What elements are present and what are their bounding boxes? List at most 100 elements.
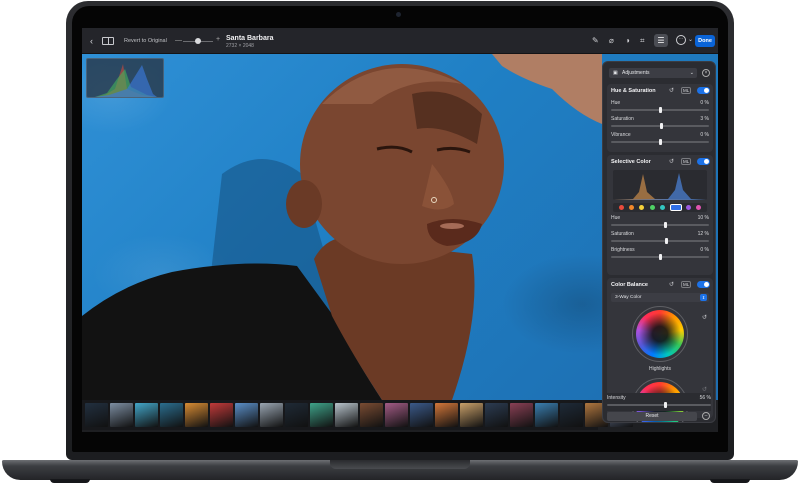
section-title: Color Balance bbox=[611, 282, 648, 288]
slider-label: Saturation bbox=[611, 231, 634, 237]
panel-mode-dropdown[interactable]: ▣ Adjustments ⌄ bbox=[609, 68, 697, 78]
filmstrip-thumbnail[interactable] bbox=[510, 403, 533, 427]
ear-shape bbox=[286, 180, 322, 228]
filmstrip-thumbnail[interactable] bbox=[485, 403, 508, 427]
panel-mode-label: Adjustments bbox=[622, 70, 650, 76]
color-swatch[interactable] bbox=[669, 204, 682, 211]
filmstrip-thumbnail[interactable] bbox=[335, 403, 358, 427]
filmstrip-thumbnail[interactable] bbox=[85, 403, 108, 427]
reset-icon[interactable]: ↺ bbox=[669, 281, 674, 288]
section-toggle[interactable] bbox=[697, 87, 710, 94]
slider-value: 12 % bbox=[697, 231, 709, 237]
laptop-foot-left bbox=[50, 479, 90, 483]
color-swatch[interactable] bbox=[639, 205, 645, 210]
ml-button[interactable]: ML bbox=[681, 87, 692, 94]
filmstrip-thumbnail[interactable] bbox=[110, 403, 133, 427]
reset-icon[interactable]: ↺ bbox=[702, 386, 707, 393]
filmstrip-thumbnail[interactable] bbox=[535, 403, 558, 427]
close-icon[interactable]: × bbox=[702, 69, 710, 77]
color-swatch[interactable] bbox=[618, 205, 624, 210]
filmstrip-thumbnail[interactable] bbox=[410, 403, 433, 427]
adjustment-slider[interactable] bbox=[611, 240, 709, 242]
reset-icon[interactable]: ↺ bbox=[702, 314, 707, 321]
section-toggle[interactable] bbox=[697, 281, 710, 288]
crop-icon[interactable]: ⌗ bbox=[640, 36, 645, 46]
filmstrip-thumbnail[interactable] bbox=[310, 403, 333, 427]
chevron-down-icon[interactable]: ⌄ bbox=[688, 36, 693, 43]
zoom-slider-knob[interactable] bbox=[195, 38, 201, 44]
filmstrip-thumbnail[interactable] bbox=[235, 403, 258, 427]
slider-row: Hue 10 % bbox=[611, 215, 709, 229]
filmstrip-thumbnail[interactable] bbox=[360, 403, 383, 427]
filmstrip-thumbnail[interactable] bbox=[385, 403, 408, 427]
filmstrip-thumbnail[interactable] bbox=[560, 403, 583, 427]
filmstrip bbox=[82, 400, 633, 430]
slider-label: Hue bbox=[611, 215, 621, 221]
intensity-slider-knob[interactable] bbox=[664, 402, 668, 408]
layers-icon: ▣ bbox=[613, 70, 618, 76]
more-icon[interactable]: ··· bbox=[676, 35, 686, 45]
color-swatch[interactable] bbox=[649, 205, 655, 210]
ml-button[interactable]: ML bbox=[681, 158, 692, 165]
section-title: Hue & Saturation bbox=[611, 88, 656, 94]
filmstrip-thumbnail[interactable] bbox=[135, 403, 158, 427]
filmstrip-thumbnail[interactable] bbox=[285, 403, 308, 427]
adjustment-slider-knob[interactable] bbox=[659, 254, 662, 260]
section-toggle[interactable] bbox=[697, 158, 710, 165]
slider-row: Brightness 0 % bbox=[611, 247, 709, 261]
adjustment-slider-knob[interactable] bbox=[659, 139, 662, 145]
zoom-in-button[interactable]: + bbox=[216, 36, 220, 43]
color-swatch[interactable] bbox=[685, 205, 691, 210]
split-view-icon[interactable] bbox=[102, 37, 114, 45]
slider-label: Saturation bbox=[611, 116, 634, 122]
slider-label: Vibrance bbox=[611, 132, 631, 138]
color-swatch-picker bbox=[613, 203, 707, 212]
mask-icon[interactable]: ◑ bbox=[625, 36, 630, 45]
slider-label: Hue bbox=[611, 100, 621, 106]
color-swatch[interactable] bbox=[660, 205, 666, 210]
intensity-slider[interactable] bbox=[607, 404, 711, 406]
zoom-out-button[interactable]: — bbox=[175, 37, 182, 44]
revert-button[interactable]: Revert to Original bbox=[124, 38, 167, 44]
chevron-updown-icon: ⇕ bbox=[700, 294, 707, 301]
reset-button[interactable]: Reset bbox=[607, 412, 697, 421]
lip-highlight bbox=[440, 223, 464, 229]
filmstrip-thumbnail[interactable] bbox=[185, 403, 208, 427]
selective-color-section: Selective Color ↺ ML Hue 10 % Saturation 12… bbox=[607, 155, 713, 275]
wheel-label: Highlights bbox=[649, 366, 671, 372]
color-swatch[interactable] bbox=[696, 205, 702, 210]
filmstrip-thumbnail[interactable] bbox=[210, 403, 233, 427]
histogram-graph bbox=[95, 64, 157, 97]
adjustments-icon[interactable]: ☰ bbox=[654, 34, 668, 47]
chevron-left-icon[interactable]: ‹ bbox=[90, 36, 93, 46]
done-button[interactable]: Done bbox=[695, 35, 715, 47]
slider-value: 10 % bbox=[697, 215, 709, 221]
slider-value: 0 % bbox=[700, 100, 709, 106]
adjustment-slider[interactable] bbox=[611, 224, 709, 226]
reset-icon[interactable]: ↺ bbox=[669, 87, 674, 94]
adjustment-slider-knob[interactable] bbox=[659, 107, 662, 113]
ml-button[interactable]: ML bbox=[681, 281, 692, 288]
slider-value: 56 % bbox=[699, 395, 711, 401]
highlights-color-wheel[interactable] bbox=[636, 310, 684, 358]
color-swatch[interactable] bbox=[629, 205, 635, 210]
histogram-overlay bbox=[86, 58, 164, 98]
pen-icon[interactable]: ✎ bbox=[592, 36, 599, 45]
filmstrip-thumbnail[interactable] bbox=[260, 403, 283, 427]
hue-saturation-section: Hue & Saturation ↺ ML Hue 0 % Saturation 3 … bbox=[607, 84, 713, 152]
slider-value: 0 % bbox=[700, 132, 709, 138]
slider-row: Saturation 3 % bbox=[611, 116, 709, 130]
filmstrip-thumbnail[interactable] bbox=[460, 403, 483, 427]
bandage-icon[interactable]: ⌀ bbox=[609, 36, 614, 45]
document-dimensions: 2732 × 2048 bbox=[226, 43, 254, 49]
adjustment-slider-knob[interactable] bbox=[664, 238, 668, 244]
histogram-cool-curve bbox=[613, 173, 707, 200]
slider-row: Vibrance 0 % bbox=[611, 132, 709, 146]
adjustment-slider-knob[interactable] bbox=[663, 222, 667, 228]
more-icon[interactable]: – bbox=[702, 412, 710, 420]
filmstrip-thumbnail[interactable] bbox=[160, 403, 183, 427]
color-balance-mode-dropdown[interactable]: 3-Way Color ⇕ bbox=[611, 293, 709, 302]
filmstrip-thumbnail[interactable] bbox=[435, 403, 458, 427]
reset-icon[interactable]: ↺ bbox=[669, 158, 674, 165]
histogram-warm-curve bbox=[613, 174, 707, 200]
